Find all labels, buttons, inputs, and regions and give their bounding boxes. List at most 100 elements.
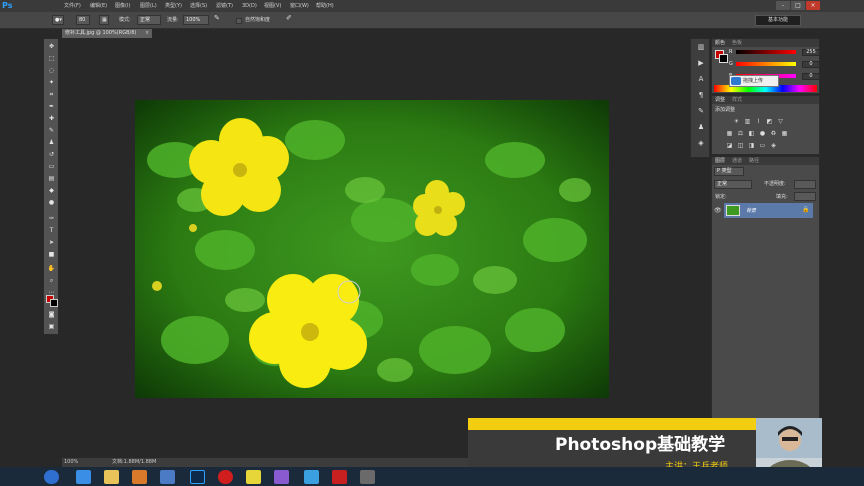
menu-view[interactable]: 视图(V) — [264, 2, 281, 10]
marquee-tool-icon[interactable]: ⬚ — [47, 55, 56, 62]
path-select-tool-icon[interactable]: ➤ — [47, 239, 56, 246]
crop-tool-icon[interactable]: ⌗ — [47, 91, 56, 98]
app-window-icon[interactable] — [160, 470, 175, 484]
zoom-level[interactable]: 100% — [64, 458, 78, 467]
menu-filter[interactable]: 滤镜(T) — [216, 2, 233, 10]
utility-app-icon[interactable] — [360, 470, 375, 484]
airbrush-icon[interactable]: ✎ — [214, 15, 220, 22]
gradient-map-icon[interactable]: ▭ — [759, 142, 766, 149]
mode-select[interactable]: 正常 — [137, 15, 161, 25]
close-button[interactable]: × — [806, 1, 820, 10]
paragraph-panel-icon[interactable]: ¶ — [696, 91, 706, 99]
document-tab[interactable]: 修补工具.jpg @ 100%(RGB/8) — [62, 29, 152, 38]
media-player-icon[interactable] — [132, 470, 147, 484]
move-tool-icon[interactable]: ✥ — [47, 43, 56, 50]
menu-edit[interactable]: 编辑(E) — [90, 2, 107, 10]
menu-3d[interactable]: 3D(D) — [242, 2, 257, 10]
dodge-tool-icon[interactable]: ● — [47, 199, 56, 206]
background-color-swatch[interactable] — [50, 299, 58, 307]
auto-fill-checkbox[interactable] — [236, 18, 242, 24]
tab-paths[interactable]: 路径 — [749, 158, 759, 164]
shape-tool-icon[interactable]: ■ — [47, 251, 56, 258]
blur-tool-icon[interactable]: ◆ — [47, 187, 56, 194]
selective-color-icon[interactable]: ◈ — [770, 142, 777, 149]
menu-layer[interactable]: 图层(L) — [140, 2, 157, 10]
levels-icon[interactable]: ▥ — [744, 118, 751, 125]
character-panel-icon[interactable]: A — [696, 75, 706, 83]
gradient-tool-icon[interactable]: ▤ — [47, 175, 56, 182]
history-brush-tool-icon[interactable]: ↺ — [47, 151, 56, 158]
color-lookup-icon[interactable]: ▦ — [781, 130, 788, 137]
curves-icon[interactable]: ⌇ — [755, 118, 762, 125]
start-button-icon[interactable] — [44, 470, 59, 484]
lasso-tool-icon[interactable]: ◌ — [47, 67, 56, 74]
posterize-icon[interactable]: ◫ — [737, 142, 744, 149]
notes-app-icon[interactable] — [246, 470, 261, 484]
brush-panel-icon[interactable]: ▦ — [99, 15, 109, 25]
green-value[interactable]: 0 — [802, 61, 820, 68]
screen-mode-icon[interactable]: ▣ — [47, 323, 56, 330]
brush-size-picker[interactable]: 80 — [76, 15, 90, 25]
menu-image[interactable]: 图像(I) — [115, 2, 130, 10]
ie-browser-icon[interactable] — [76, 470, 91, 484]
quick-select-tool-icon[interactable]: ✦ — [47, 79, 56, 86]
pdf-reader-icon[interactable] — [332, 470, 347, 484]
record-app-icon[interactable] — [218, 470, 233, 484]
paint-app-icon[interactable] — [274, 470, 289, 484]
eyedropper-tool-icon[interactable]: ✒ — [47, 103, 56, 110]
vibrance-icon[interactable]: ▽ — [777, 118, 784, 125]
history-panel-icon[interactable]: ▥ — [696, 43, 706, 51]
flow-input[interactable]: 100% — [183, 15, 209, 25]
layer-kind-filter[interactable]: P 类型 — [714, 167, 744, 176]
document-tab-close-icon[interactable]: × — [145, 29, 151, 38]
invert-icon[interactable]: ◪ — [726, 142, 733, 149]
photoshop-taskbar-icon[interactable] — [190, 470, 205, 484]
healing-tool-icon[interactable]: ✚ — [47, 115, 56, 122]
blue-value[interactable]: 0 — [802, 73, 820, 80]
threshold-icon[interactable]: ◨ — [748, 142, 755, 149]
file-explorer-icon[interactable] — [104, 470, 119, 484]
clone-stamp-tool-icon[interactable]: ♟ — [47, 139, 56, 146]
menu-file[interactable]: 文件(F) — [64, 2, 81, 10]
eraser-tool-icon[interactable]: ▭ — [47, 163, 56, 170]
tool-preset-picker[interactable]: ●▾ — [52, 15, 64, 25]
red-slider[interactable] — [736, 50, 796, 54]
actions-panel-icon[interactable]: ▶ — [696, 59, 706, 67]
photo-filter-icon[interactable]: ● — [759, 130, 766, 137]
tab-adjustments[interactable]: 调整 — [715, 97, 725, 103]
upload-app-icon[interactable] — [304, 470, 319, 484]
color-balance-icon[interactable]: ⚖ — [737, 130, 744, 137]
quick-mask-icon[interactable]: ◙ — [47, 311, 56, 318]
brush-panel-dock-icon[interactable]: ✎ — [696, 107, 706, 115]
maximize-button[interactable]: □ — [791, 1, 805, 10]
fill-input[interactable] — [794, 192, 816, 201]
pen-pressure-icon[interactable]: ✐ — [286, 15, 292, 22]
tab-layers[interactable]: 图层 — [715, 158, 725, 164]
tool-presets-panel-icon[interactable]: ◈ — [696, 139, 706, 147]
brush-tool-icon[interactable]: ✎ — [47, 127, 56, 134]
layer-name[interactable]: 背景 — [746, 207, 756, 214]
menu-type[interactable]: 类型(Y) — [165, 2, 182, 10]
type-tool-icon[interactable]: T — [47, 227, 56, 234]
channel-mixer-icon[interactable]: ♻ — [770, 130, 777, 137]
pen-tool-icon[interactable]: ✑ — [47, 215, 56, 222]
workspace-switcher[interactable]: 基本功能 — [755, 15, 801, 26]
tab-swatches[interactable]: 色板 — [732, 40, 742, 46]
blend-mode-select[interactable]: 正常 — [714, 180, 752, 189]
hand-tool-icon[interactable]: ✋ — [47, 265, 56, 272]
brightness-icon[interactable]: ☀ — [733, 118, 740, 125]
exposure-icon[interactable]: ◩ — [766, 118, 773, 125]
minimize-button[interactable]: - — [776, 1, 790, 10]
green-slider[interactable] — [736, 62, 796, 66]
menu-help[interactable]: 帮助(H) — [316, 2, 334, 10]
tab-color[interactable]: 颜色 — [715, 40, 725, 46]
menu-window[interactable]: 窗口(W) — [290, 2, 309, 10]
tab-channels[interactable]: 通道 — [732, 158, 742, 164]
zoom-tool-icon[interactable]: ⌕ — [47, 277, 56, 284]
layer-visibility-eye-icon[interactable]: 👁 — [714, 207, 722, 214]
tab-styles[interactable]: 样式 — [732, 97, 742, 103]
menu-select[interactable]: 选择(S) — [190, 2, 207, 10]
layer-row-background[interactable]: 👁 背景 🔒 — [714, 203, 813, 218]
opacity-input[interactable] — [794, 180, 816, 189]
hue-icon[interactable]: ▦ — [726, 130, 733, 137]
